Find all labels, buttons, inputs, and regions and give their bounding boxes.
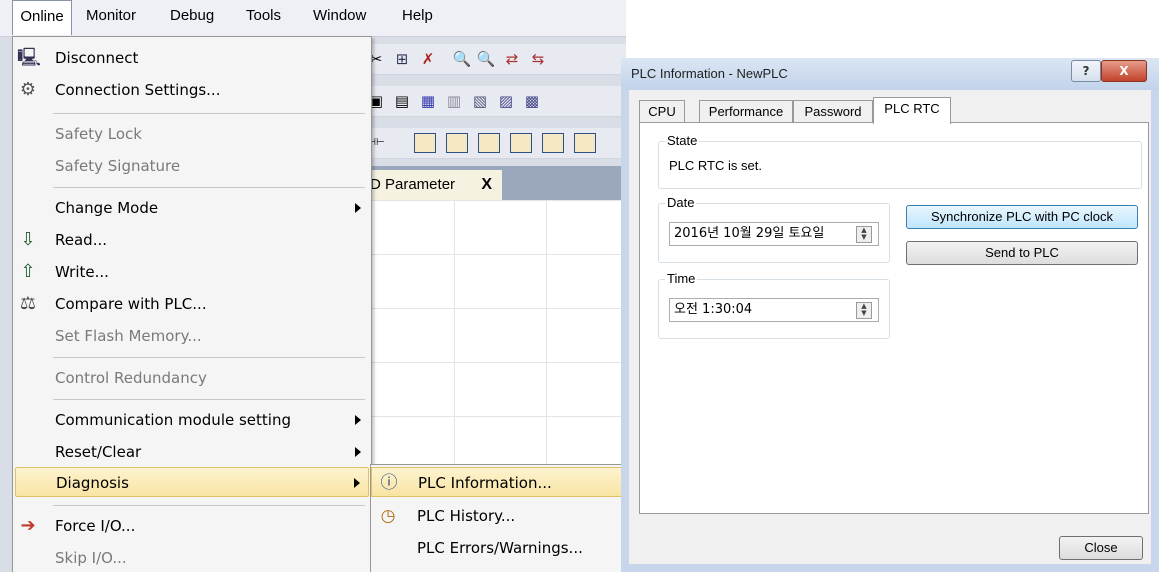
force-io-icon: ➔ [20, 515, 36, 536]
chart-icon[interactable]: ▥ [444, 91, 464, 111]
toolbar-row-2: ▣ ▤ ▦ ▥ ▧ ▨ ▩ [362, 86, 626, 117]
toolbar-button-1-icon[interactable] [414, 133, 436, 153]
menu-item-connection-settings[interactable]: ⚙ Connection Settings... [13, 75, 371, 105]
device-icon[interactable]: ▤ [392, 91, 412, 111]
spin-icon[interactable]: ▲ ▼ [856, 302, 872, 319]
menu-separator [53, 505, 365, 506]
tab-page-plc-rtc: State PLC RTC is set. Date 2016년 10월 29일… [639, 122, 1149, 514]
date-group: Date 2016년 10월 29일 토요일 ▲ ▼ [658, 195, 890, 263]
menu-online[interactable]: Online [12, 0, 72, 35]
menu-item-force-io[interactable]: ➔ Force I/O... [13, 511, 371, 541]
help-button[interactable]: ? [1071, 60, 1101, 82]
toolbar-button-4-icon[interactable] [510, 133, 532, 153]
time-picker[interactable]: 오전 1:30:04 ▲ ▼ [669, 298, 879, 322]
menu-debug[interactable]: Debug [170, 0, 214, 32]
window-icon[interactable]: ▧ [470, 91, 490, 111]
disconnect-icon: 🖳 [17, 47, 42, 68]
toolbar-button-6-icon[interactable] [574, 133, 596, 153]
date-value: 2016년 10월 29일 토요일 [674, 226, 825, 241]
menu-item-compare-with-plc[interactable]: ⚖ Compare with PLC... [13, 289, 371, 319]
close-icon[interactable]: X [1101, 60, 1147, 82]
plc-history-icon: ◷ [380, 506, 396, 526]
menu-item-skip-io: Skip I/O... [55, 549, 127, 567]
find-icon[interactable]: 🔍 [452, 49, 472, 69]
menu-item-disconnect[interactable]: 🖳 Disconnect [13, 43, 371, 73]
replace-all-icon[interactable]: ⇆ [528, 49, 548, 69]
toolbar-button-3-icon[interactable] [478, 133, 500, 153]
menu-separator [53, 113, 365, 114]
menu-separator [53, 357, 365, 358]
toolbar-row-1: ✂ ⊞ ✗ 🔍 🔍 ⇄ ⇆ [362, 44, 626, 75]
menu-help[interactable]: Help [402, 0, 433, 32]
time-group: Time 오전 1:30:04 ▲ ▼ [658, 271, 890, 339]
plc-information-icon: ⓘ [380, 473, 398, 493]
editor-tab-strip: D Parameter X [362, 166, 626, 200]
connection-settings-icon: ⚙ [19, 79, 37, 100]
tab-cpu[interactable]: CPU [639, 100, 685, 123]
delete-icon[interactable]: ✗ [418, 49, 438, 69]
dialog-title-bar[interactable]: PLC Information - NewPLC ? X [621, 58, 1159, 90]
menu-item-read[interactable]: ⇩ Read... [13, 225, 371, 255]
submenu-item-plc-history[interactable]: ◷ PLC History... [371, 501, 626, 531]
tab-parameter-label: D Parameter [370, 176, 456, 193]
menu-item-diagnosis[interactable]: Diagnosis [15, 467, 369, 497]
menu-item-safety-signature: Safety Signature [55, 157, 181, 175]
time-value: 오전 1:30:04 [674, 302, 753, 317]
submenu-arrow-icon [355, 415, 361, 425]
trend-icon[interactable]: ▦ [418, 91, 438, 111]
menu-bar: Online Monitor Debug Tools Window Help [0, 0, 626, 37]
send-to-plc-button[interactable]: Send to PLC [906, 241, 1138, 265]
submenu-item-plc-errors-warnings[interactable]: PLC Errors/Warnings... [371, 533, 626, 563]
diagnosis-submenu: ⓘ PLC Information... ◷ PLC History... PL… [370, 464, 626, 572]
dialog-title: PLC Information - NewPLC [631, 66, 788, 81]
menu-window[interactable]: Window [313, 0, 366, 32]
submenu-item-plc-information[interactable]: ⓘ PLC Information... [371, 467, 626, 497]
read-icon: ⇩ [20, 229, 36, 250]
tab-performance[interactable]: Performance [699, 100, 793, 123]
menu-item-communication-module-setting[interactable]: Communication module setting [13, 405, 371, 435]
time-label: Time [665, 271, 698, 287]
edit-icon[interactable]: ▨ [496, 91, 516, 111]
graph-icon[interactable]: ▩ [522, 91, 542, 111]
replace-icon[interactable]: ⇄ [502, 49, 522, 69]
menu-item-write[interactable]: ⇧ Write... [13, 257, 371, 287]
menu-separator [53, 187, 365, 188]
submenu-arrow-icon [355, 447, 361, 457]
submenu-arrow-icon [354, 478, 360, 488]
network-icon[interactable]: ⊞ [392, 49, 412, 69]
tab-password[interactable]: Password [793, 100, 873, 123]
submenu-arrow-icon [355, 203, 361, 213]
dialog-body: CPU Performance Password PLC RTC State P… [629, 90, 1151, 564]
compare-icon: ⚖ [19, 293, 37, 314]
menu-item-change-mode[interactable]: Change Mode [13, 193, 371, 223]
menu-item-reset-clear[interactable]: Reset/Clear [13, 437, 371, 467]
close-icon[interactable]: X [481, 170, 492, 200]
menu-tools[interactable]: Tools [246, 0, 281, 32]
tab-plc-rtc[interactable]: PLC RTC [873, 97, 951, 124]
menu-monitor[interactable]: Monitor [86, 0, 136, 32]
menu-separator [53, 399, 365, 400]
synchronize-plc-button[interactable]: Synchronize PLC with PC clock [906, 205, 1138, 229]
tab-parameter[interactable]: D Parameter X [362, 170, 502, 200]
find-next-icon[interactable]: 🔍 [476, 49, 496, 69]
date-picker[interactable]: 2016년 10월 29일 토요일 ▲ ▼ [669, 222, 879, 246]
state-label: State [665, 133, 700, 149]
toolbar-row-3: ⊣⊢ [362, 128, 626, 159]
state-group: State PLC RTC is set. [658, 133, 1142, 189]
plc-information-dialog: PLC Information - NewPLC ? X CPU Perform… [621, 58, 1159, 572]
date-label: Date [665, 195, 697, 211]
close-button[interactable]: Close [1059, 536, 1143, 560]
write-icon: ⇧ [20, 261, 36, 282]
toolbar-button-2-icon[interactable] [446, 133, 468, 153]
application-window: Online Monitor Debug Tools Window Help ✂… [0, 0, 626, 572]
spin-icon[interactable]: ▲ ▼ [856, 226, 872, 243]
menu-item-set-flash-memory: Set Flash Memory... [55, 327, 202, 345]
toolbar-button-5-icon[interactable] [542, 133, 564, 153]
menu-item-control-redundancy: Control Redundancy [55, 369, 207, 387]
menu-item-safety-lock: Safety Lock [55, 125, 142, 143]
state-text: PLC RTC is set. [669, 158, 762, 173]
online-menu: 🖳 Disconnect ⚙ Connection Settings... Sa… [12, 36, 372, 572]
